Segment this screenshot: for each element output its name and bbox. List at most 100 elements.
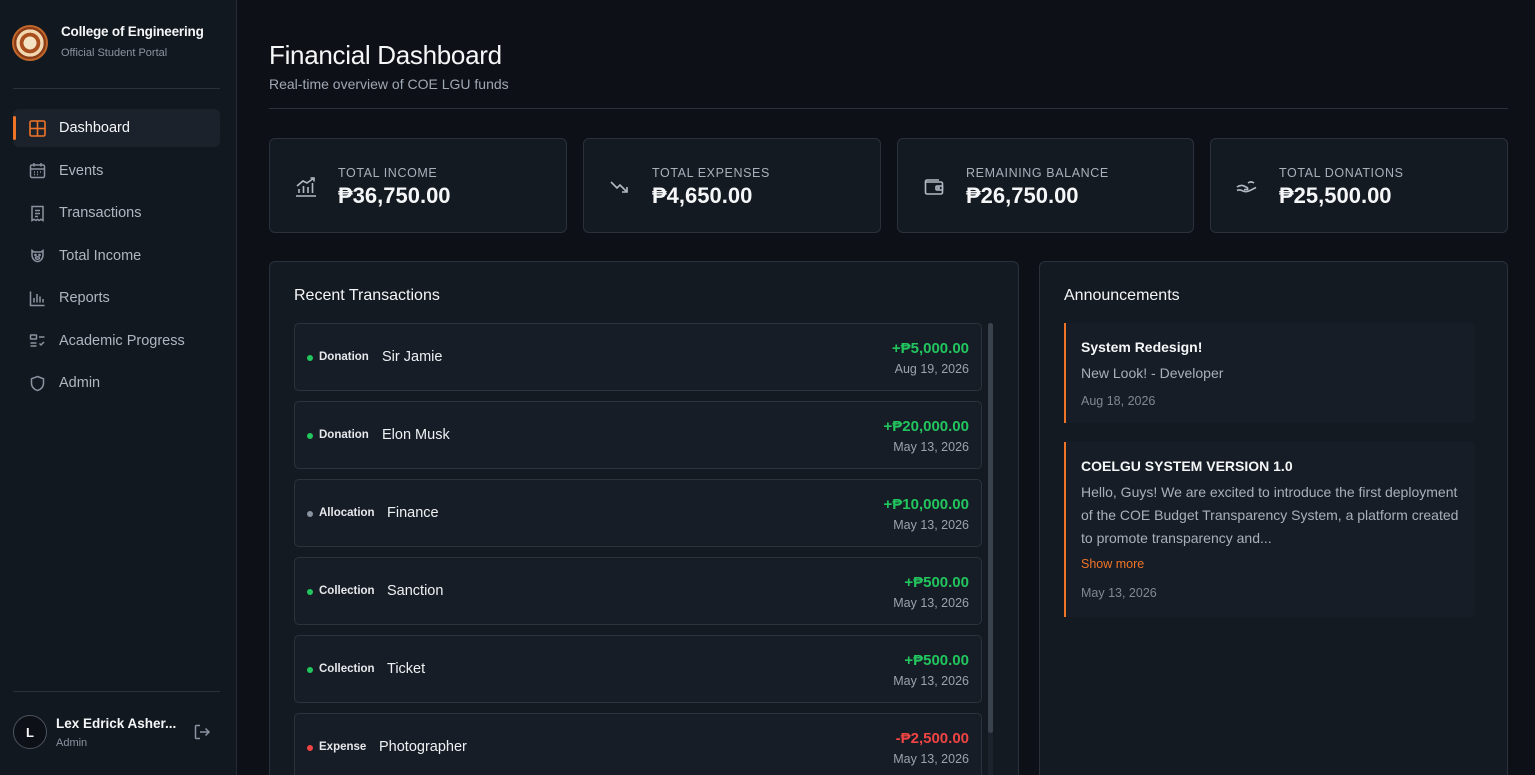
logout-icon[interactable] [193,723,211,741]
transaction-row[interactable]: Expense Photographer -₱2,500.00 May 13, … [294,713,982,775]
calendar-icon [28,162,46,180]
transaction-date: Aug 19, 2026 [894,362,969,376]
stat-card-total-donations: TOTAL DONATIONS ₱25,500.00 [1210,138,1508,233]
transaction-name: Elon Musk [382,427,450,443]
transaction-row[interactable]: Collection Ticket +₱500.00 May 13, 2026 [294,635,982,703]
page-subtitle: Real-time overview of COE LGU funds [269,76,509,92]
stat-label: REMAINING BALANCE [966,166,1109,180]
avatar[interactable]: L [13,715,47,749]
announcement-title: COELGU SYSTEM VERSION 1.0 [1081,458,1293,474]
dashboard-grid-icon [28,119,46,137]
announcement-body: New Look! - Developer [1081,365,1224,381]
transaction-category: Donation [319,429,369,441]
brand: College of Engineering Official Student … [12,22,220,66]
transaction-name: Sir Jamie [382,349,443,365]
status-dot [307,589,313,595]
transaction-amount: +₱10,000.00 [883,496,970,513]
stat-card-total-income: TOTAL INCOME ₱36,750.00 [269,138,567,233]
piggy-bank-icon [28,247,46,265]
transaction-row[interactable]: Allocation Finance +₱10,000.00 May 13, 2… [294,479,982,547]
status-dot [307,433,313,439]
stat-label: TOTAL DONATIONS [1279,166,1404,180]
transaction-row[interactable]: Donation Elon Musk +₱20,000.00 May 13, 2… [294,401,982,469]
stat-label: TOTAL INCOME [338,166,438,180]
panel-title: Announcements [1064,287,1180,304]
user-role: Admin [56,737,88,749]
transaction-list: Donation Sir Jamie +₱5,000.00 Aug 19, 20… [294,323,982,775]
brand-subtitle: Official Student Portal [61,47,168,59]
sidebar-item-label: Total Income [59,247,142,264]
sidebar-item-transactions[interactable]: Transactions [13,194,220,232]
stat-label: TOTAL EXPENSES [652,166,770,180]
status-dot [307,355,313,361]
announcement-card: COELGU SYSTEM VERSION 1.0 Hello, Guys! W… [1064,442,1475,617]
divider [13,88,220,89]
announcement-card: System Redesign! New Look! - Developer A… [1064,323,1475,423]
status-dot [307,745,313,751]
stat-value: ₱4,650.00 [652,183,753,208]
wallet-icon [922,175,946,199]
hand-coins-icon [1235,175,1259,199]
recent-transactions-panel: Recent Transactions Donation Sir Jamie +… [269,261,1019,775]
transaction-amount: +₱500.00 [904,574,969,591]
stat-value: ₱25,500.00 [1279,183,1392,208]
scrollbar-thumb[interactable] [988,323,993,733]
transaction-row[interactable]: Donation Sir Jamie +₱5,000.00 Aug 19, 20… [294,323,982,391]
announcement-date: May 13, 2026 [1081,586,1157,600]
transaction-date: May 13, 2026 [893,752,969,766]
stat-card-remaining-balance: REMAINING BALANCE ₱26,750.00 [897,138,1194,233]
transaction-date: May 13, 2026 [893,518,969,532]
transaction-category: Donation [319,351,369,363]
bar-chart-icon [28,289,46,307]
sidebar: College of Engineering Official Student … [0,0,237,775]
sidebar-nav: Dashboard Events Transactions Total Inco… [13,109,220,407]
status-dot [307,511,313,517]
transaction-category: Expense [319,741,367,753]
sidebar-item-total-income[interactable]: Total Income [13,237,220,275]
page-title: Financial Dashboard [269,40,502,70]
status-dot [307,667,313,673]
college-seal-logo [12,25,48,61]
transaction-category: Collection [319,663,375,675]
transaction-amount: +₱500.00 [904,652,969,669]
stat-value: ₱36,750.00 [338,183,451,208]
scrollbar[interactable] [988,323,993,775]
transaction-category: Collection [319,585,375,597]
sidebar-item-label: Dashboard [59,120,130,136]
trend-down-icon [608,175,632,199]
brand-title: College of Engineering [61,24,204,39]
panel-title: Recent Transactions [294,287,440,304]
transaction-date: May 13, 2026 [893,596,969,610]
sidebar-item-label: Events [59,162,104,179]
stat-value: ₱26,750.00 [966,183,1079,208]
transaction-name: Sanction [387,583,444,599]
sidebar-item-academic-progress[interactable]: Academic Progress [13,322,220,360]
receipt-icon [28,204,46,222]
user-profile: L Lex Edrick Asher... Admin [13,713,220,753]
user-name: Lex Edrick Asher... [56,716,177,731]
shield-icon [28,374,46,392]
transaction-name: Photographer [379,739,467,755]
transaction-date: May 13, 2026 [893,440,969,454]
sidebar-item-events[interactable]: Events [13,152,220,190]
transaction-row[interactable]: Collection Sanction +₱500.00 May 13, 202… [294,557,982,625]
transaction-amount: +₱5,000.00 [891,340,969,357]
sidebar-item-label: Transactions [59,205,142,221]
transaction-name: Finance [387,505,439,521]
stat-card-total-expenses: TOTAL EXPENSES ₱4,650.00 [583,138,881,233]
announcement-body: Hello, Guys! We are excited to introduce… [1081,484,1459,546]
sidebar-item-label: Admin [59,375,101,391]
transaction-amount: +₱20,000.00 [883,418,970,435]
sidebar-item-label: Academic Progress [59,332,185,349]
announcement-date: Aug 18, 2026 [1081,394,1156,408]
checklist-icon [28,332,46,350]
transaction-category: Allocation [319,507,375,519]
sidebar-item-dashboard[interactable]: Dashboard [13,109,220,147]
divider [13,691,220,692]
divider [269,108,1508,109]
sidebar-item-reports[interactable]: Reports [13,279,220,317]
announcements-panel: Announcements System Redesign! New Look!… [1039,261,1508,775]
sidebar-item-admin[interactable]: Admin [13,364,220,402]
announcement-title: System Redesign! [1081,339,1203,355]
show-more-link[interactable]: Show more [1081,557,1144,571]
